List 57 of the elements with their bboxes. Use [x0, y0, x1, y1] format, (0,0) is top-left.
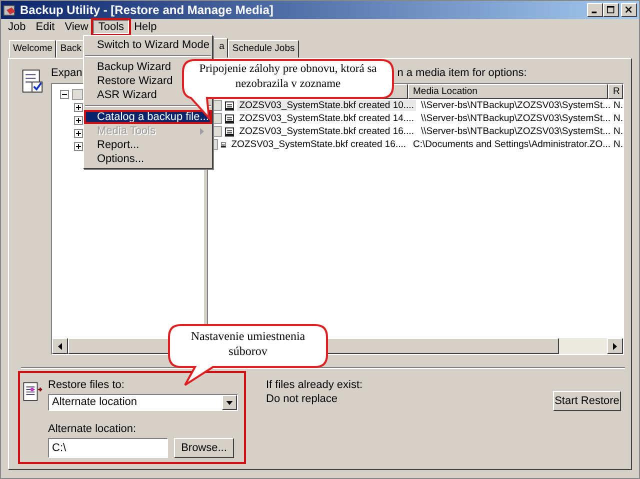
- restore-location-dropdown[interactable]: Alternate location: [48, 394, 238, 411]
- field-label: Alternate location:: [48, 423, 138, 436]
- media-name[interactable]: ZOZSV03_SystemState.bkf created 10....: [237, 100, 416, 111]
- backup-file-icon: [221, 140, 226, 150]
- table-cell: N.: [614, 113, 623, 124]
- alternate-location-field[interactable]: C:\: [48, 438, 168, 458]
- browse-button[interactable]: Browse...: [174, 438, 234, 458]
- tree-label: Expan: [51, 67, 82, 81]
- scroll-left-icon: [58, 342, 62, 350]
- close-icon: [625, 6, 633, 14]
- field-label: Restore files to:: [48, 379, 126, 392]
- tab[interactable]: Schedule Jobs: [228, 40, 299, 58]
- menu-item[interactable]: Edit: [30, 20, 60, 34]
- checkbox[interactable]: [72, 89, 83, 100]
- table-cell: N.: [614, 100, 623, 111]
- media-location: \\Server-bs\NTBackup\ZOZSV03\SystemSt...: [420, 113, 610, 124]
- column-header[interactable]: R: [608, 84, 623, 99]
- menu-item[interactable]: Job: [3, 20, 31, 34]
- menu-item[interactable]: Catalog a backup file...: [84, 110, 212, 124]
- menu-item[interactable]: Help: [129, 20, 162, 34]
- menu-item[interactable]: Tools: [93, 20, 130, 34]
- existing-files-value: Do not replace: [266, 393, 339, 405]
- media-location: \\Server-bs\NTBackup\ZOZSV03\SystemSt...: [420, 126, 610, 137]
- existing-files-label: If files already exist:: [266, 379, 363, 391]
- backup-file-icon: [225, 100, 234, 110]
- maximize-icon: [607, 6, 615, 14]
- menu-item[interactable]: Options...: [84, 152, 212, 166]
- maximize-button[interactable]: [603, 3, 619, 17]
- table-cell: N.: [614, 139, 623, 150]
- start-restore-button[interactable]: Start Restore: [553, 391, 621, 411]
- media-location: C:\Documents and Settings\Administrator.ZO...: [412, 139, 610, 150]
- list-hint: n a media item for options:: [397, 67, 527, 81]
- media-location: \\Server-bs\NTBackup\ZOZSV03\SystemSt...: [420, 100, 610, 111]
- callout-text: Pripojenie zálohy pre obnovu, ktorá sa nezobrazila v zozname: [198, 62, 378, 92]
- window-title: Backup Utility - [Restore and Manage Media]: [20, 3, 274, 17]
- plus-expander-icon[interactable]: [74, 142, 83, 151]
- column-header[interactable]: Media Location: [408, 84, 608, 99]
- minus-expander-icon[interactable]: [60, 90, 69, 99]
- media-name[interactable]: ZOZSV03_SystemState.bkf created 16....: [229, 139, 408, 150]
- plus-expander-icon[interactable]: [74, 103, 83, 112]
- backup-file-icon: [225, 126, 234, 136]
- media-name[interactable]: ZOZSV03_SystemState.bkf created 14....: [237, 113, 416, 124]
- catalog-icon: [21, 69, 43, 95]
- media-name[interactable]: ZOZSV03_SystemState.bkf created 16....: [237, 126, 416, 137]
- menu-item[interactable]: Report...: [84, 138, 212, 152]
- table-cell: N.: [614, 126, 623, 137]
- close-button[interactable]: [621, 3, 637, 17]
- plus-expander-icon[interactable]: [74, 129, 83, 138]
- minimize-button[interactable]: [587, 3, 603, 17]
- app-icon: [3, 3, 17, 17]
- tab[interactable]: Welcome: [9, 40, 56, 58]
- scroll-right-icon: [613, 342, 617, 350]
- plus-expander-icon[interactable]: [74, 116, 83, 125]
- backup-file-icon: [225, 114, 234, 124]
- menu-item[interactable]: View: [60, 20, 94, 34]
- callout-text: Nastavenie umiestnenia súborov: [190, 329, 306, 359]
- dropdown-arrow-icon: [226, 400, 233, 404]
